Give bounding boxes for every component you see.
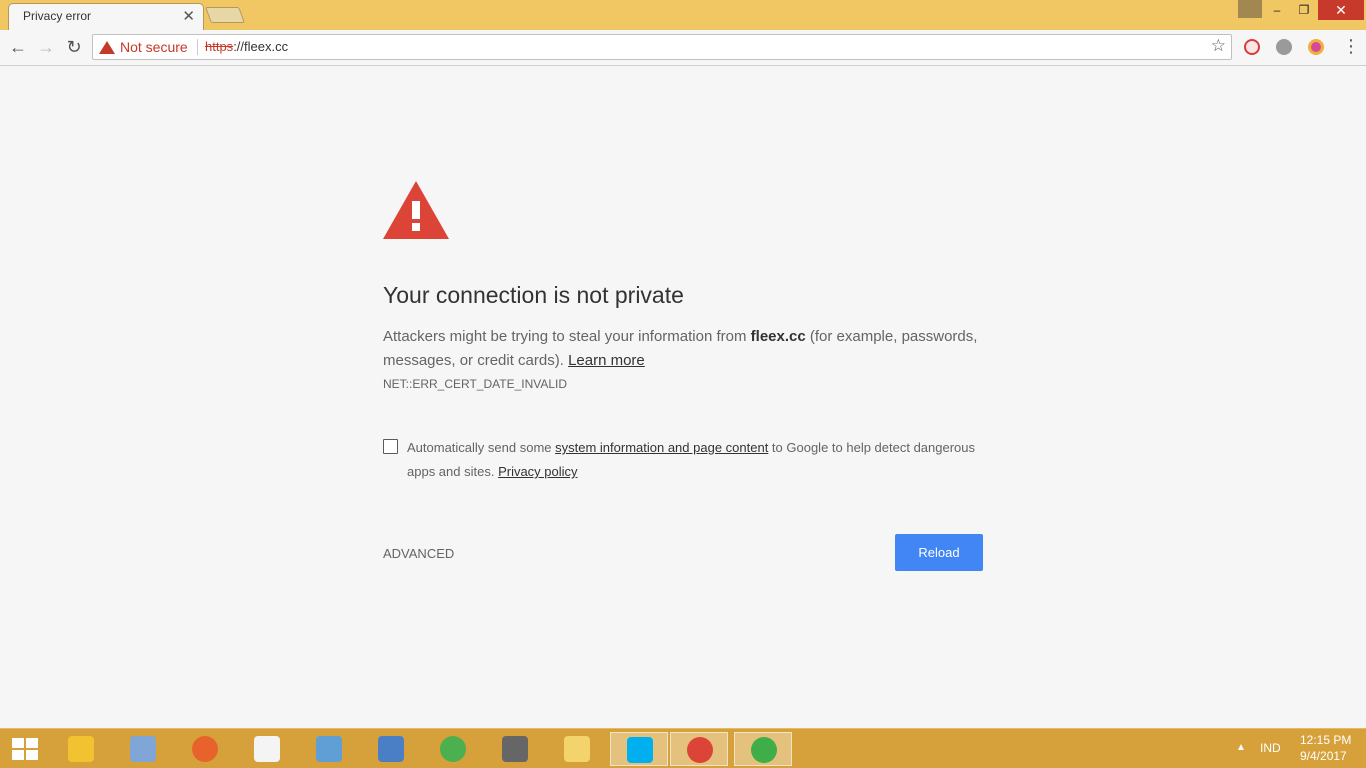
forward-arrow-icon[interactable]: → — [35, 36, 57, 58]
skype-icon — [627, 737, 653, 763]
back-arrow-icon[interactable]: ← — [7, 36, 29, 58]
tray-expand-icon[interactable]: ▲ — [1236, 742, 1246, 753]
clock-time[interactable]: 12:15 PM — [1300, 733, 1351, 747]
learn-more-link[interactable]: Learn more — [568, 352, 645, 369]
taskbar-item[interactable] — [176, 732, 234, 766]
photo-viewer-icon — [316, 736, 342, 762]
taskbar-item[interactable] — [734, 732, 792, 766]
keyboard-app-icon — [378, 736, 404, 762]
privacy-policy-link[interactable]: Privacy policy — [498, 464, 577, 479]
menu-icon[interactable]: ⋮ — [1342, 36, 1360, 57]
taskbar-item[interactable] — [52, 732, 110, 766]
rocket-app-icon — [68, 736, 94, 762]
explanation-text: Attackers might be trying to steal your … — [383, 325, 993, 373]
page-title: Your connection is not private — [383, 282, 684, 308]
security-status-label[interactable]: Not secure — [120, 39, 188, 55]
taskbar-item[interactable] — [300, 732, 358, 766]
taskbar-item[interactable] — [114, 732, 172, 766]
omnibox-divider — [197, 39, 198, 55]
url-scheme: https — [205, 39, 234, 54]
windows-start-icon[interactable] — [12, 738, 38, 760]
language-indicator[interactable]: IND — [1260, 741, 1281, 755]
restore-button[interactable]: ❐ — [1292, 0, 1316, 20]
taskbar-item[interactable] — [362, 732, 420, 766]
title-bar: Privacy error ✕ – ❐ ✕ — [0, 0, 1366, 30]
system-info-link[interactable]: system information and page content — [555, 440, 768, 455]
warning-icon[interactable] — [99, 41, 115, 54]
close-window-button[interactable]: ✕ — [1318, 0, 1364, 20]
taskbar-item[interactable] — [670, 732, 728, 766]
optin-text: Automatically send some system informati… — [407, 436, 987, 484]
new-tab-button[interactable] — [205, 7, 245, 23]
taskbar-item[interactable] — [548, 732, 606, 766]
browser-toolbar: ← → ↻ Not secure https://fleex.cc ☆ ⋮ — [0, 30, 1366, 66]
media-player-icon — [254, 736, 280, 762]
explanation-pre: Attackers might be trying to steal your … — [383, 328, 751, 345]
taskbar: ▲ IND 12:15 PM 9/4/2017 — [0, 728, 1366, 768]
taskbar-item[interactable] — [424, 732, 482, 766]
clock-date[interactable]: 9/4/2017 — [1300, 749, 1347, 763]
firefox-icon — [192, 736, 218, 762]
paint-app-icon — [130, 736, 156, 762]
send-info-checkbox[interactable] — [383, 439, 398, 454]
color-extension-icon[interactable] — [1308, 39, 1324, 55]
explanation-host: fleex.cc — [750, 328, 806, 345]
cloud-extension-icon[interactable] — [1276, 39, 1292, 55]
url-text[interactable]: https://fleex.cc — [205, 39, 288, 54]
address-bar[interactable]: Not secure https://fleex.cc ☆ — [92, 34, 1232, 60]
chrome-running-icon — [687, 737, 713, 763]
large-warning-icon — [383, 181, 449, 239]
tab-close-icon[interactable]: ✕ — [182, 7, 195, 25]
bookmark-star-icon[interactable]: ☆ — [1211, 36, 1226, 56]
minimize-button[interactable]: – — [1266, 0, 1288, 20]
taskbar-item[interactable] — [610, 732, 668, 766]
download-manager-icon — [751, 737, 777, 763]
file-explorer-icon — [564, 736, 590, 762]
reload-icon[interactable]: ↻ — [63, 36, 85, 58]
ccleaner-icon — [502, 736, 528, 762]
advanced-button[interactable]: ADVANCED — [383, 546, 454, 561]
url-host: ://fleex.cc — [233, 39, 289, 54]
tab-privacy-error[interactable]: Privacy error ✕ — [8, 3, 204, 30]
adblock-extension-icon[interactable] — [1244, 39, 1260, 55]
optin-pre: Automatically send some — [407, 440, 556, 455]
error-code: NET::ERR_CERT_DATE_INVALID — [383, 377, 568, 391]
user-profile-icon[interactable] — [1238, 0, 1262, 18]
chrome-icon — [440, 736, 466, 762]
reload-button[interactable]: Reload — [895, 534, 983, 571]
taskbar-item[interactable] — [486, 732, 544, 766]
tab-title: Privacy error — [23, 9, 92, 23]
taskbar-item[interactable] — [238, 732, 296, 766]
